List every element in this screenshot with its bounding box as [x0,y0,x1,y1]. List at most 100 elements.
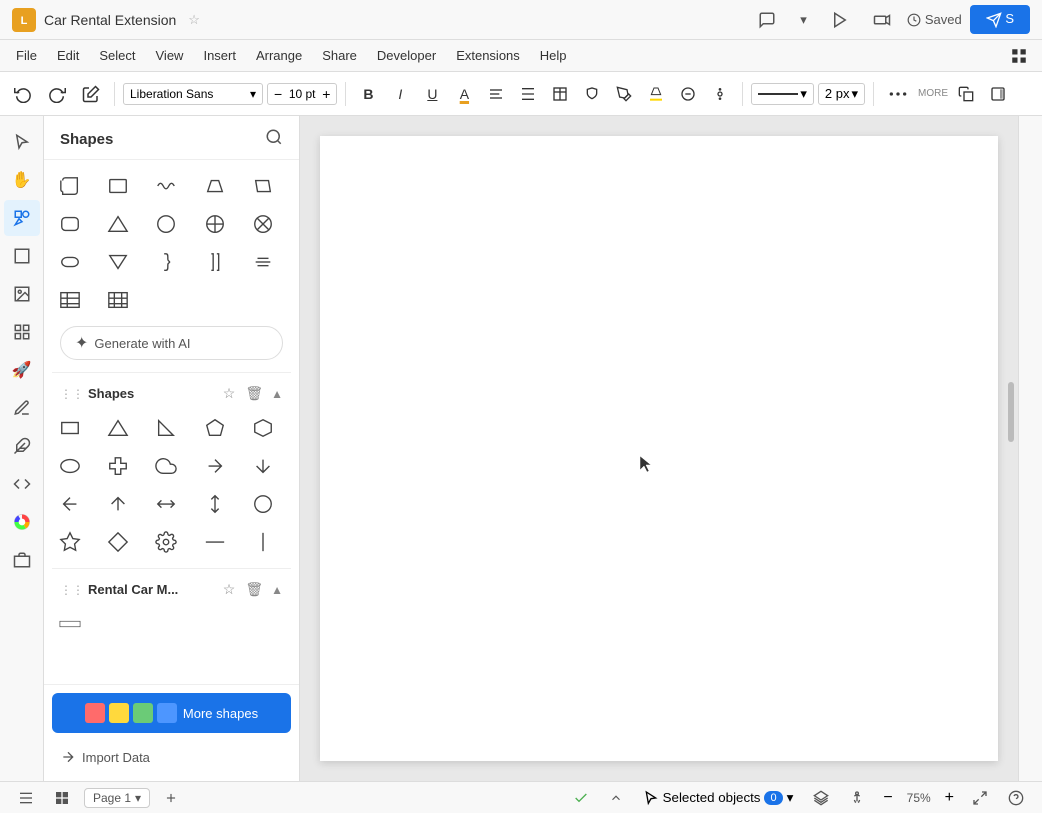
check-icon-btn[interactable] [567,788,595,808]
shape-gear2[interactable] [148,524,184,560]
shape-arrow-right[interactable] [197,448,233,484]
search-shapes-btn[interactable] [265,128,283,151]
shape-arrow-up[interactable] [100,486,136,522]
menu-edit[interactable]: Edit [49,44,87,67]
highlight-btn[interactable] [642,80,670,108]
shape-parallelogram[interactable] [245,168,281,204]
font-size-input[interactable] [286,87,318,101]
tool-plugin2[interactable] [4,466,40,502]
fit-screen-btn[interactable] [966,788,994,808]
tool-shapes[interactable] [4,200,40,236]
section-delete-rental-btn[interactable]: 🗑 [241,579,267,600]
selected-objects-btn[interactable]: Selected objects 0 ▾ [637,788,800,808]
section-delete-btn[interactable]: 🗑 [241,383,267,404]
help-btn[interactable] [1002,788,1030,808]
shape-line-v[interactable] [245,524,281,560]
section-star-btn[interactable]: ☆ [219,383,240,404]
page-selector[interactable]: Page 1 ▾ [84,788,150,808]
dropdown-btn[interactable]: ▾ [792,8,815,32]
shape-arrow-bidirectional-h[interactable] [148,486,184,522]
add-page-btn[interactable] [158,789,184,807]
apps-icon[interactable] [1004,42,1034,70]
menu-developer[interactable]: Developer [369,44,444,67]
shape-hexagon[interactable] [245,410,281,446]
section-collapse-btn[interactable]: ▲ [271,387,283,401]
accessibility-btn[interactable] [843,788,871,808]
shape-circle3[interactable] [245,486,281,522]
shape-star[interactable] [52,524,88,560]
shape-circle2[interactable] [148,206,184,242]
shape-table-3col[interactable] [100,282,136,318]
shape-wide-rect[interactable] [52,606,88,642]
pen-color-btn[interactable] [610,80,638,108]
shape-rectangle[interactable] [52,410,88,446]
fill-color-btn[interactable] [578,80,606,108]
tool-data[interactable] [4,314,40,350]
zoom-in-btn[interactable]: + [941,787,958,809]
italic-btn[interactable]: I [386,80,414,108]
shape-style-btn[interactable] [674,80,702,108]
undo-btn[interactable] [8,80,38,108]
shape-brace-right[interactable] [148,244,184,280]
text-format-btn[interactable] [514,80,542,108]
font-size-increase[interactable]: + [320,86,332,102]
shape-trapezoid[interactable] [197,168,233,204]
more-btn[interactable] [882,80,914,108]
section-star-rental-btn[interactable]: ☆ [219,579,240,600]
font-size-decrease[interactable]: − [272,86,284,102]
menu-select[interactable]: Select [91,44,143,67]
shape-arrow-down[interactable] [245,448,281,484]
shape-lines[interactable] [245,244,281,280]
shape-rect[interactable] [100,168,136,204]
extras-btn[interactable] [706,80,734,108]
line-width-selector[interactable]: 2 px ▾ [818,83,865,105]
shape-line-h[interactable] [197,524,233,560]
tool-colorwheel[interactable] [4,504,40,540]
shape-bracket[interactable] [197,244,233,280]
menu-share[interactable]: Share [314,44,365,67]
sidebar-toggle-btn[interactable] [12,788,40,808]
zoom-out-btn[interactable]: − [879,787,896,809]
align-btn[interactable] [482,80,510,108]
video-btn[interactable] [865,7,899,33]
tool-plugin1[interactable] [4,428,40,464]
shape-pentagon[interactable] [197,410,233,446]
panel-toggle-btn[interactable] [984,80,1012,108]
tool-plugin3[interactable] [4,542,40,578]
comment-btn[interactable] [750,7,784,33]
tool-select[interactable] [4,124,40,160]
shape-right-triangle[interactable] [148,410,184,446]
tool-image[interactable] [4,276,40,312]
shape-chevron-down[interactable] [100,244,136,280]
menu-file[interactable]: File [8,44,45,67]
shape-rounded-rect2[interactable] [52,244,88,280]
more-shapes-btn[interactable]: More shapes [52,693,291,733]
present-btn[interactable] [823,7,857,33]
tool-hand[interactable]: ✋ [4,162,40,198]
tool-pen[interactable] [4,390,40,426]
tool-rocket[interactable]: 🚀 [4,352,40,388]
shape-arrow-bidirectional-v[interactable] [197,486,233,522]
share-button[interactable]: S [970,5,1030,34]
shape-cross[interactable] [100,448,136,484]
shape-triangle[interactable] [100,410,136,446]
scroll-thumb[interactable] [1008,382,1014,442]
layers-btn[interactable] [807,788,835,808]
canvas-inner[interactable] [320,136,998,761]
menu-help[interactable]: Help [532,44,575,67]
font-color-btn[interactable]: A [450,80,478,108]
menu-arrange[interactable]: Arrange [248,44,310,67]
menu-extensions[interactable]: Extensions [448,44,528,67]
shape-table-2col[interactable] [52,282,88,318]
import-data-btn[interactable]: Import Data [52,741,291,773]
underline-btn[interactable]: U [418,80,446,108]
expand-issues-btn[interactable] [603,789,629,807]
font-family-selector[interactable]: Liberation Sans ▾ [123,83,263,105]
shape-ellipse[interactable] [52,448,88,484]
bold-btn[interactable]: B [354,80,382,108]
tool-frame[interactable] [4,238,40,274]
paintbrush-btn[interactable] [76,80,106,108]
shape-x-circle[interactable] [245,206,281,242]
menu-view[interactable]: View [148,44,192,67]
copy-style-btn[interactable] [952,80,980,108]
